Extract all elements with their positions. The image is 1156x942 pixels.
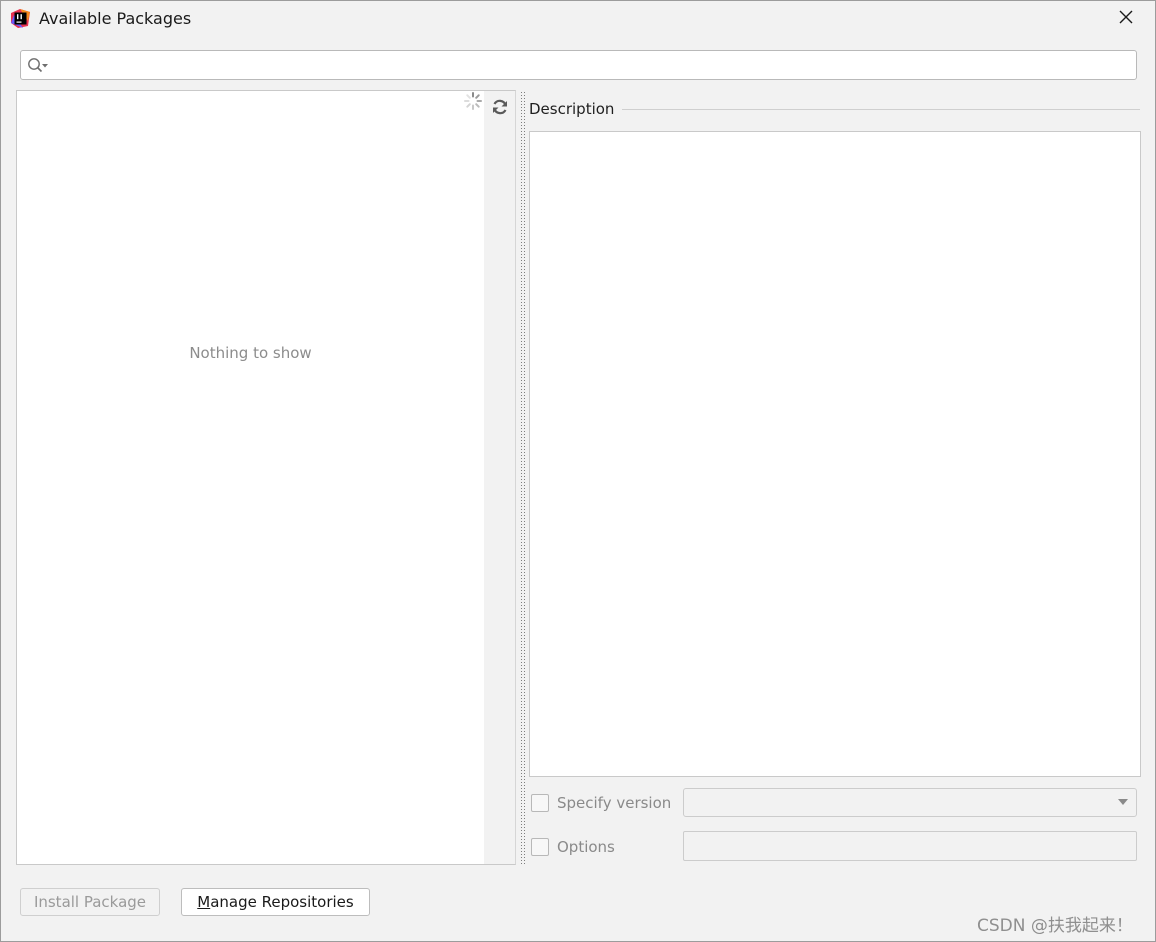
- spinner-icon: [463, 91, 483, 111]
- chevron-down-icon: [1118, 799, 1128, 805]
- window-title: Available Packages: [39, 9, 192, 28]
- watermark: CSDN @扶我起来！: [977, 916, 1133, 936]
- manage-repositories-label: anage Repositories: [210, 893, 354, 911]
- close-button[interactable]: [1106, 5, 1146, 33]
- options-checkbox[interactable]: [531, 838, 549, 856]
- specify-version-checkbox[interactable]: [531, 794, 549, 812]
- description-pane: [529, 131, 1141, 777]
- close-icon: [1119, 10, 1133, 28]
- options-label: Options: [557, 838, 615, 856]
- version-select[interactable]: [683, 788, 1137, 817]
- specify-version-label: Specify version: [557, 794, 672, 812]
- install-package-button[interactable]: Install Package: [20, 888, 160, 916]
- splitter-handle[interactable]: [518, 92, 527, 864]
- list-toolbar: [484, 90, 516, 865]
- package-list[interactable]: Nothing to show: [16, 90, 485, 865]
- install-package-label: Install Package: [33, 893, 147, 911]
- search-icon[interactable]: [27, 57, 49, 73]
- mnemonic-letter: M: [197, 893, 211, 911]
- description-separator: [622, 109, 1140, 110]
- manage-repositories-button[interactable]: Manage Repositories: [181, 888, 370, 916]
- options-field[interactable]: [683, 831, 1137, 861]
- title-bar: Available Packages: [0, 0, 1156, 38]
- refresh-icon[interactable]: [491, 98, 509, 116]
- empty-list-text: Nothing to show: [189, 344, 312, 362]
- search-field[interactable]: [20, 50, 1137, 80]
- intellij-icon: [11, 9, 30, 28]
- search-input[interactable]: [53, 53, 1127, 77]
- description-label: Description: [529, 100, 615, 118]
